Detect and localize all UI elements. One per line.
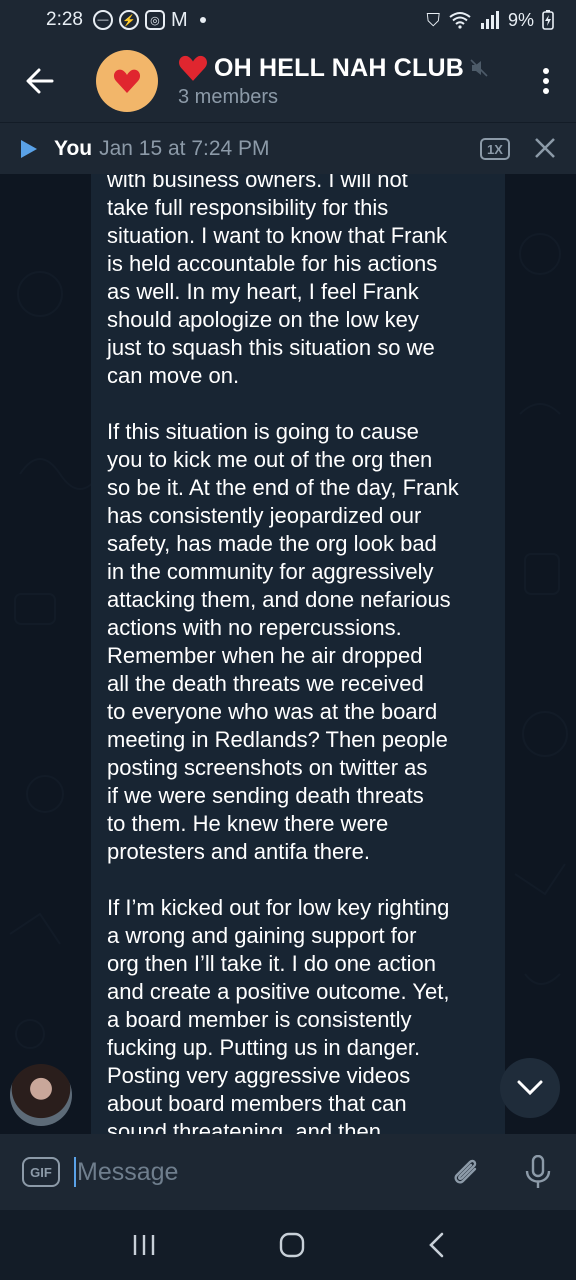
- play-icon[interactable]: [20, 139, 38, 159]
- instagram-icon: ◎: [144, 10, 165, 30]
- playback-speed-button[interactable]: 1X: [480, 138, 510, 160]
- sender-avatar[interactable]: [10, 1064, 72, 1126]
- paperclip-icon: [454, 1159, 477, 1184]
- message-input-bar: GIF: [0, 1134, 576, 1210]
- chat-header: OH HELL NAH CLUB 3 members: [0, 40, 576, 122]
- battery-saver-icon: ⛉: [426, 9, 440, 30]
- more-notifications-icon: [199, 17, 206, 23]
- status-right: ⛉ 9%: [426, 10, 554, 31]
- status-bar: 2:28 — ⚡ ◎ M ⛉ 9%: [0, 0, 576, 40]
- more-vertical-icon: [543, 68, 549, 94]
- heart-icon: [113, 69, 141, 93]
- message-bubble[interactable]: with business owners. I will not take fu…: [91, 174, 505, 1134]
- message-field[interactable]: [74, 1157, 444, 1187]
- microphone-icon: [525, 1155, 551, 1188]
- chevron-down-icon: [517, 1080, 543, 1096]
- group-avatar[interactable]: [96, 50, 158, 112]
- back-button[interactable]: [0, 40, 80, 122]
- heart-emoji-icon: [179, 55, 207, 81]
- chat-area[interactable]: with business owners. I will not take fu…: [0, 174, 576, 1134]
- gmail-icon: M: [170, 8, 188, 31]
- message-input[interactable]: [77, 1157, 417, 1187]
- close-icon[interactable]: [533, 136, 557, 160]
- chat-title: OH HELL NAH CLUB: [178, 54, 516, 83]
- more-options-button[interactable]: [516, 40, 576, 122]
- scroll-down-button[interactable]: [500, 1058, 560, 1118]
- recent-apps-icon[interactable]: [131, 1233, 157, 1257]
- text-cursor: [74, 1157, 76, 1187]
- member-count: 3 members: [178, 85, 279, 108]
- battery-charging-icon: [542, 10, 554, 30]
- back-nav-icon[interactable]: [427, 1232, 445, 1258]
- attach-button[interactable]: [444, 1155, 488, 1189]
- chat-info[interactable]: OH HELL NAH CLUB 3 members: [178, 54, 516, 109]
- home-icon[interactable]: [279, 1232, 305, 1258]
- battery-percent: 9%: [507, 9, 534, 30]
- arrow-left-icon: [26, 68, 54, 94]
- gif-button[interactable]: GIF: [22, 1157, 60, 1187]
- player-sender: You: [54, 136, 93, 160]
- muted-icon: [470, 59, 488, 77]
- message-text: with business owners. I will not take fu…: [107, 174, 459, 1134]
- status-time: 2:28: [46, 9, 83, 30]
- system-nav-bar: [0, 1210, 576, 1280]
- dnd-icon: —: [92, 10, 113, 30]
- chat-title-text: OH HELL NAH CLUB: [214, 53, 464, 82]
- notification-icons: — ⚡ ◎ M: [92, 8, 206, 32]
- signal-icon: [480, 11, 499, 29]
- messenger-icon: ⚡: [118, 10, 139, 30]
- voice-record-button[interactable]: [516, 1155, 560, 1189]
- audio-player-bar: You Jan 15 at 7:24 PM 1X: [0, 122, 576, 174]
- wifi-icon: [449, 12, 471, 29]
- player-date: Jan 15 at 7:24 PM: [99, 136, 270, 160]
